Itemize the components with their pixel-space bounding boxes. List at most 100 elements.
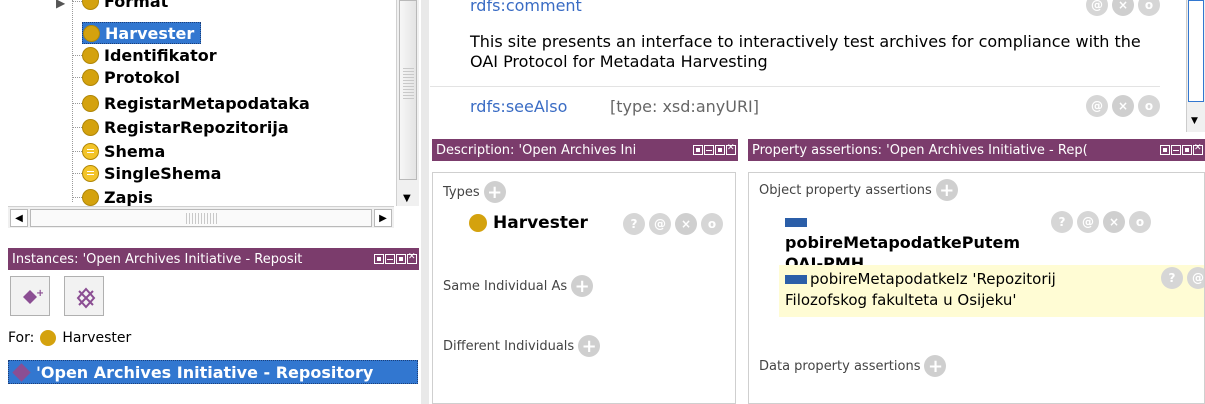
delete-button[interactable]: ×	[1103, 211, 1125, 233]
annotate-at-button[interactable]: @	[649, 213, 671, 235]
view-split-icon[interactable]	[693, 145, 703, 155]
view-close-icon[interactable]	[726, 143, 736, 155]
seealso-type-value: [type: xsd:anyURI]	[610, 97, 760, 116]
class-icon	[82, 188, 99, 206]
annotations-vertical-scrollbar[interactable]: ▼	[1186, 0, 1205, 132]
scroll-right-arrow-icon[interactable]: ▶	[374, 209, 392, 227]
annotate-at-button[interactable]: @	[1187, 267, 1204, 289]
rdfs-seealso-label[interactable]: rdfs:seeAlso	[470, 97, 567, 116]
scrollbar-thumb[interactable]	[399, 0, 417, 180]
add-data-property-button[interactable]: +	[924, 355, 947, 377]
different-individuals-section: Different Individuals +	[443, 335, 601, 357]
view-close-icon[interactable]	[407, 252, 417, 264]
help-button[interactable]: ?	[1161, 267, 1183, 289]
delete-individual-button[interactable]	[64, 276, 104, 316]
scroll-down-arrow-icon[interactable]: ▼	[1191, 116, 1198, 126]
property-assertions-view-title: Property assertions: 'Open Archives Init…	[752, 142, 1088, 158]
description-view-header: Description: 'Open Archives Ini	[432, 139, 738, 161]
add-object-property-button[interactable]: +	[935, 179, 958, 201]
tree-connector	[72, 54, 82, 56]
view-split-icon[interactable]	[1160, 145, 1170, 155]
tree-connector	[72, 76, 82, 78]
property-assertions-view-header: Property assertions: 'Open Archives Init…	[748, 139, 1205, 161]
rdfs-comment-value: This site presents an interface to inter…	[470, 32, 1141, 71]
tree-item-harvester[interactable]: Harvester	[82, 22, 202, 44]
expand-arrow-icon[interactable]: ▶	[56, 0, 65, 10]
view-minimize-icon[interactable]	[704, 145, 714, 155]
edit-button[interactable]: o	[701, 213, 723, 235]
for-label: For:	[8, 330, 35, 346]
same-individual-section: Same Individual As +	[443, 275, 594, 297]
scroll-down-arrow-icon[interactable]: ▼	[403, 193, 411, 204]
individual-list-item[interactable]: 'Open Archives Initiative - Repository	[8, 360, 418, 384]
class-icon	[82, 0, 99, 10]
tree-item-singleshema[interactable]: SingleShema	[72, 162, 221, 184]
type-actions: ? @ × o	[623, 213, 723, 235]
help-button[interactable]: ?	[623, 213, 645, 235]
view-controls	[1160, 143, 1205, 155]
edit-button[interactable]: o	[1129, 211, 1151, 233]
annotation-separator	[430, 86, 1160, 87]
delete-individual-icon	[76, 287, 96, 309]
edit-button[interactable]: o	[1138, 0, 1160, 16]
defined-class-icon	[82, 164, 99, 182]
class-icon	[469, 214, 487, 232]
tree-connector	[72, 150, 82, 152]
class-tree-horizontal-scrollbar[interactable]: ◀ ▶	[8, 206, 394, 228]
add-type-button[interactable]: +	[483, 181, 506, 203]
tree-connector	[72, 196, 82, 198]
annotate-at-button[interactable]: @	[1086, 95, 1108, 117]
delete-button[interactable]: ×	[1112, 0, 1134, 16]
add-different-individual-button[interactable]: +	[578, 335, 601, 357]
object-property-assertion-inferred[interactable]: pobireMetapodatkeIz 'Repozitorij Filozof…	[779, 265, 1204, 317]
view-controls	[693, 143, 738, 155]
delete-button[interactable]: ×	[675, 213, 697, 235]
scrollbar-thumb[interactable]	[1188, 0, 1204, 102]
different-individuals-label: Different Individuals	[443, 338, 575, 354]
assertion-actions: ? @ × o	[1051, 211, 1151, 233]
view-maximize-icon[interactable]	[396, 254, 406, 264]
class-icon	[82, 118, 99, 136]
seealso-actions: @ × o	[1086, 95, 1160, 117]
view-close-icon[interactable]	[1193, 143, 1203, 155]
description-view-title: Description: 'Open Archives Ini	[436, 142, 637, 158]
delete-button[interactable]: ×	[1112, 95, 1134, 117]
tree-item-zapis[interactable]: Zapis	[72, 186, 153, 206]
instances-view-title: Instances: 'Open Archives Initiative - R…	[12, 251, 303, 267]
annotate-at-button[interactable]: @	[1077, 211, 1099, 233]
tree-connector	[72, 102, 82, 104]
edit-button[interactable]: o	[1138, 95, 1160, 117]
tree-item-identifikator[interactable]: Identifikator	[72, 44, 217, 66]
tree-item-registarmetapodataka[interactable]: RegistarMetapodataka	[72, 92, 310, 114]
object-property-label: Object property assertions	[759, 182, 932, 198]
class-icon	[82, 94, 99, 112]
tree-connector	[72, 0, 82, 2]
add-individual-button[interactable]: +	[10, 276, 50, 316]
annotate-at-button[interactable]: @	[1086, 0, 1108, 16]
view-minimize-icon[interactable]	[385, 254, 395, 264]
tree-item-protokol[interactable]: Protokol	[72, 66, 180, 88]
svg-text:+: +	[36, 288, 43, 299]
view-split-icon[interactable]	[374, 254, 384, 264]
class-icon	[40, 330, 57, 346]
scroll-left-arrow-icon[interactable]: ◀	[10, 209, 28, 227]
annotations-panel: rdfs:comment @ × o This site presents an…	[430, 0, 1190, 132]
view-minimize-icon[interactable]	[1171, 145, 1181, 155]
types-label: Types	[443, 184, 480, 200]
class-tree-vertical-scrollbar[interactable]: ▼	[396, 0, 419, 206]
class-icon	[83, 24, 100, 42]
object-property-icon	[785, 218, 807, 227]
instances-for-row: For: Harvester	[8, 330, 131, 346]
same-individual-label: Same Individual As	[443, 278, 568, 294]
scrollbar-thumb[interactable]	[30, 209, 372, 227]
tree-item-format[interactable]: Format	[72, 0, 168, 12]
view-maximize-icon[interactable]	[1182, 145, 1192, 155]
tree-item-shema[interactable]: Shema	[72, 140, 165, 162]
data-property-section: Data property assertions +	[759, 355, 947, 377]
tree-item-registarrepozitorija[interactable]: RegistarRepozitorija	[72, 116, 289, 138]
add-same-individual-button[interactable]: +	[571, 275, 594, 297]
rdfs-comment-label[interactable]: rdfs:comment	[470, 0, 582, 15]
view-maximize-icon[interactable]	[715, 145, 725, 155]
split-pane-divider[interactable]	[421, 0, 429, 404]
help-button[interactable]: ?	[1051, 211, 1073, 233]
